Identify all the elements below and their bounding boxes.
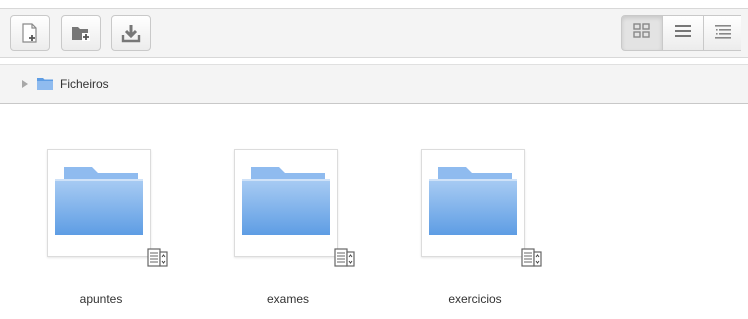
tree-view-icon <box>714 23 732 44</box>
folder-thumbnail <box>421 149 525 257</box>
grid-view-icon <box>633 22 651 44</box>
folder-item-exercicios[interactable]: exercicios <box>421 149 561 309</box>
expand-arrow-icon[interactable] <box>22 80 28 88</box>
grid-view-button[interactable] <box>621 15 663 51</box>
new-file-icon <box>21 23 39 43</box>
folder-item-apuntes[interactable]: apuntes <box>47 149 187 309</box>
view-mode-group <box>621 15 741 51</box>
new-folder-button[interactable] <box>61 15 101 51</box>
context-menu-icon[interactable] <box>521 248 542 269</box>
new-folder-icon <box>71 24 91 42</box>
folder-item-exames[interactable]: exames <box>234 149 374 309</box>
context-menu-icon[interactable] <box>147 248 168 269</box>
folder-icon <box>426 165 520 242</box>
toolbar <box>0 8 748 58</box>
folder-name: exames <box>266 292 310 306</box>
folder-thumbnail <box>234 149 338 257</box>
context-menu-icon[interactable] <box>334 248 355 269</box>
new-file-button[interactable] <box>10 15 50 51</box>
download-icon <box>121 23 141 43</box>
download-button[interactable] <box>111 15 151 51</box>
list-view-icon <box>674 23 692 44</box>
folder-thumbnail <box>47 149 151 257</box>
breadcrumb-root-link[interactable]: Ficheiros <box>60 77 109 91</box>
list-view-button[interactable] <box>662 15 704 51</box>
file-manager: Ficheiros apuntes exames exercicios <box>0 0 748 319</box>
folder-icon <box>52 165 146 242</box>
folder-icon <box>36 77 54 91</box>
folder-icon <box>239 165 333 242</box>
folder-name: exercicios <box>448 292 502 306</box>
folder-name: apuntes <box>79 292 123 306</box>
breadcrumb: Ficheiros <box>0 64 748 104</box>
tree-view-button[interactable] <box>703 15 741 51</box>
